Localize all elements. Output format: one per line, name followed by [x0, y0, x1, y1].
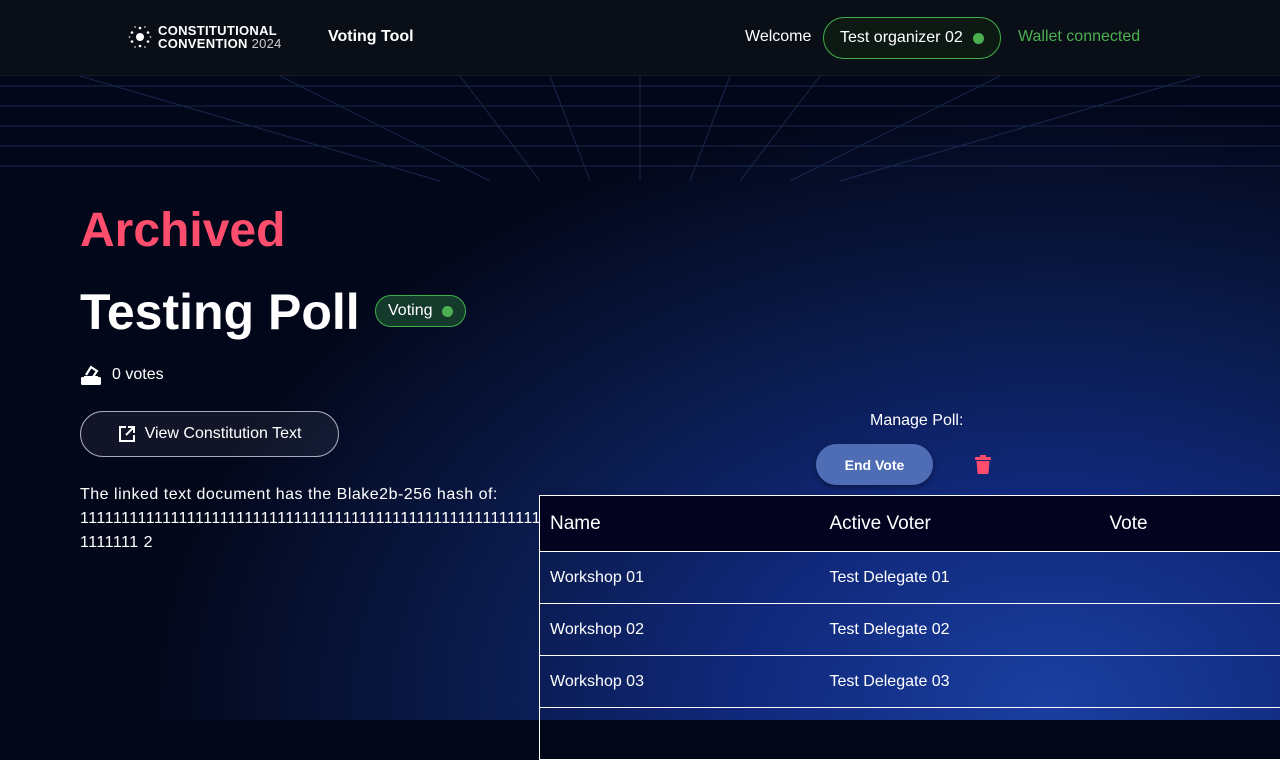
votes-label: 0 votes — [112, 366, 164, 384]
hash-value: 1111111111111111111111111111111111111111… — [80, 507, 542, 555]
cell-name: Workshop 03 — [540, 656, 820, 708]
table-row: Workshop 03Test Delegate 03 — [540, 656, 1280, 708]
status-heading: Archived — [80, 203, 285, 258]
view-constitution-label: View Constitution Text — [145, 425, 302, 443]
user-name: Test organizer 02 — [840, 29, 963, 47]
cell-voter: Test Delegate 03 — [820, 656, 1100, 708]
cell-vote — [1100, 708, 1280, 760]
table-row: Workshop 01Test Delegate 01 — [540, 552, 1280, 604]
status-badge: Voting — [375, 295, 466, 327]
hash-label: The linked text document has the Blake2b… — [80, 483, 542, 507]
hash-info: The linked text document has the Blake2b… — [80, 483, 542, 555]
cell-vote — [1100, 552, 1280, 604]
logo[interactable]: CONSTITUTIONALCONVENTION 2024 — [128, 24, 282, 50]
background-grid — [0, 76, 1280, 186]
col-active-voter: Active Voter — [820, 496, 1100, 552]
voters-table: Name Active Voter Vote Workshop 01Test D… — [539, 495, 1280, 760]
top-nav: CONSTITUTIONALCONVENTION 2024 Voting Too… — [0, 0, 1280, 76]
logo-year: 2024 — [252, 36, 282, 51]
delete-poll-trash-icon[interactable] — [975, 455, 991, 474]
status-dot-icon — [442, 306, 453, 317]
ballot-box-icon — [80, 364, 102, 386]
vote-count: 0 votes — [80, 364, 164, 386]
welcome-text: Welcome — [745, 28, 811, 46]
app-name-link[interactable]: Voting Tool — [328, 28, 414, 46]
logo-line2: CONVENTION — [158, 36, 248, 51]
end-vote-button[interactable]: End Vote — [816, 444, 933, 485]
manage-poll-label: Manage Poll: — [870, 412, 963, 430]
cell-vote — [1100, 604, 1280, 656]
table-row: Workshop 02Test Delegate 02 — [540, 604, 1280, 656]
view-constitution-button[interactable]: View Constitution Text — [80, 411, 339, 457]
cell-name: Workshop 02 — [540, 604, 820, 656]
connected-dot-icon — [973, 33, 984, 44]
table-row — [540, 708, 1280, 760]
cardano-logo-icon — [128, 25, 152, 49]
user-menu-button[interactable]: Test organizer 02 — [823, 17, 1001, 59]
cell-name: Workshop 01 — [540, 552, 820, 604]
cell-voter: Test Delegate 02 — [820, 604, 1100, 656]
page-title: Testing Poll — [80, 283, 360, 341]
badge-label: Voting — [388, 302, 432, 320]
cell-voter: Test Delegate 01 — [820, 552, 1100, 604]
cell-name — [540, 708, 820, 760]
external-link-icon — [118, 425, 136, 443]
cell-vote — [1100, 656, 1280, 708]
col-name: Name — [540, 496, 820, 552]
cell-voter — [820, 708, 1100, 760]
table-header-row: Name Active Voter Vote — [540, 496, 1280, 552]
wallet-status: Wallet connected — [1018, 28, 1140, 46]
col-vote: Vote — [1100, 496, 1280, 552]
